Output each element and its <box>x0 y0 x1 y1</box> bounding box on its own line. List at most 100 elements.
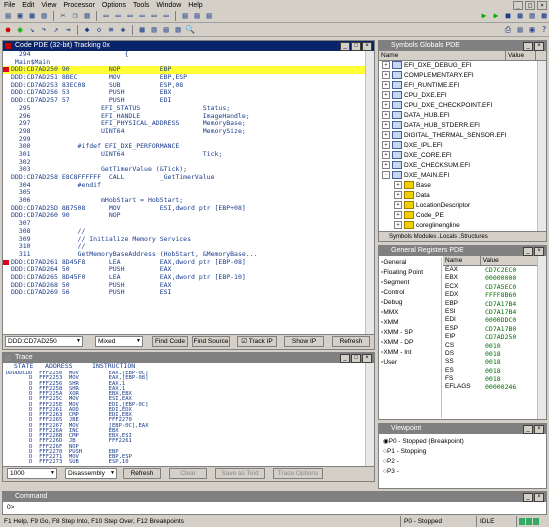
symbol-tree-item[interactable]: + CPU_DXE_CHECKPOINT.EFI <box>379 101 538 111</box>
command-window-titlebar[interactable]: Command _ × <box>3 492 546 502</box>
trace-mode-select[interactable]: Disassembly <box>65 468 117 479</box>
expand-icon[interactable]: + <box>394 201 402 210</box>
registers-window-titlebar[interactable]: General Registers PDE _ × <box>379 246 546 256</box>
register-rows[interactable]: EAX CD7C2EC0 EBX 00000000 ECX CD7A5EC0 EDX FFFF… <box>443 266 538 392</box>
symbol-tree-item[interactable]: + EFI_RUNTIME.EFI <box>379 81 538 91</box>
breakpoint-list-icon[interactable]: ≡ <box>106 25 116 35</box>
maximize-icon[interactable]: □ <box>351 42 361 51</box>
close-icon[interactable]: × <box>362 354 372 363</box>
io-icon[interactable]: ▥ <box>149 25 159 35</box>
register-value[interactable]: CD7A5EC0 <box>483 283 516 291</box>
register-value[interactable]: 0018 <box>483 375 501 383</box>
expand-icon[interactable]: + <box>382 131 390 140</box>
code-line[interactable]: 304 #endif <box>3 181 366 190</box>
symbol-tree-item[interactable]: + DATA_HUB_STDERR.EFI <box>379 121 538 131</box>
print-preview-icon[interactable]: ▤ <box>515 25 525 35</box>
close-icon[interactable]: × <box>534 425 544 434</box>
halt-icon[interactable]: ● <box>3 25 13 35</box>
menu-help[interactable]: Help <box>188 2 202 9</box>
tile-icon[interactable]: ▦ <box>515 11 525 21</box>
find-source-button[interactable]: Find Source <box>192 336 230 347</box>
symbol-tree-item[interactable]: - DXE_MAIN.EFI <box>379 171 538 181</box>
register-group-item[interactable]: ▫ MMX <box>381 308 441 318</box>
locals-icon[interactable]: ▤ <box>192 11 202 21</box>
copy-icon[interactable]: ❐ <box>70 11 80 21</box>
trace-options-button[interactable]: Trace Options <box>273 468 323 479</box>
breakpoint-clear-icon[interactable]: ◇ <box>94 25 104 35</box>
register-row[interactable]: ESP CD7A17B0 <box>443 325 538 333</box>
run-to-cursor-icon[interactable]: ⇥ <box>63 25 73 35</box>
register-group-item[interactable]: ▫ Debug <box>381 298 441 308</box>
arrange-icon[interactable]: ▩ <box>539 11 549 21</box>
window-code-icon[interactable]: ▭ <box>101 11 111 21</box>
show-ip-button[interactable]: Show IP <box>284 336 324 347</box>
save-as-text-button[interactable]: Save as Text <box>215 468 265 479</box>
symbol-tree-item[interactable]: + CPU_DXE.EFI <box>379 91 538 101</box>
register-value[interactable]: 0018 <box>483 367 501 375</box>
paste-icon[interactable]: ▧ <box>82 11 92 21</box>
search-icon[interactable]: 🔍 <box>185 25 195 35</box>
save-all-icon[interactable]: ▦ <box>27 11 37 21</box>
menu-view[interactable]: View <box>41 2 56 9</box>
close-icon[interactable]: × <box>537 1 547 10</box>
register-group-item[interactable]: ▫ Segment <box>381 278 441 288</box>
view-mode-select[interactable]: Mixed <box>95 336 143 347</box>
register-value[interactable]: CD7A17B4 <box>483 308 516 316</box>
code-line[interactable]: 298 UINT64 MemorySize; <box>3 127 366 136</box>
window-command-icon[interactable]: ▭ <box>161 11 171 21</box>
register-group-item[interactable]: ▫ XMM <box>381 318 441 328</box>
code-window-titlebar[interactable]: Code PDE (32-bit) Tracking 0x _ □ × <box>3 41 374 51</box>
find-code-button[interactable]: Find Code <box>152 336 188 347</box>
register-row[interactable]: EBX 00000000 <box>443 274 538 282</box>
register-row[interactable]: FS 0018 <box>443 375 538 383</box>
menu-file[interactable]: File <box>4 2 15 9</box>
register-row[interactable]: SS 0018 <box>443 358 538 366</box>
menu-edit[interactable]: Edit <box>22 2 34 9</box>
register-value[interactable]: 0000DDC0 <box>483 316 516 324</box>
pci-icon[interactable]: ▤ <box>161 25 171 35</box>
restore-icon[interactable]: □ <box>525 1 535 10</box>
expand-icon[interactable]: + <box>382 111 390 120</box>
register-value[interactable]: CD7C2EC0 <box>483 266 516 274</box>
symbol-tree-item[interactable]: + Code_PE <box>379 211 538 221</box>
trace-refresh-button[interactable]: Refresh <box>123 468 161 479</box>
hardware-breakpoint-icon[interactable]: ◈ <box>118 25 128 35</box>
symbol-tree-item[interactable]: + COMPLEMENTARY.EFI <box>379 71 538 81</box>
register-row[interactable]: CS 0010 <box>443 342 538 350</box>
cut-icon[interactable]: ✂ <box>58 11 68 21</box>
step-into-icon[interactable]: ↘ <box>27 25 37 35</box>
column-name[interactable]: Name <box>379 51 506 60</box>
save-icon[interactable]: ▣ <box>15 11 25 21</box>
run-icon[interactable]: ▶ <box>479 11 489 21</box>
command-input[interactable]: 0> <box>3 502 546 514</box>
register-row[interactable]: EDX FFFF8B60 <box>443 291 538 299</box>
symbols-window-titlebar[interactable]: Symbols Globals PDE _ × <box>379 41 546 51</box>
window-trace-icon[interactable]: ▭ <box>149 11 159 21</box>
minimize-icon[interactable]: _ <box>523 247 533 256</box>
register-value[interactable]: CD7A17B0 <box>483 325 516 333</box>
go-icon[interactable]: ◉ <box>15 25 25 35</box>
symbol-tree-item[interactable]: + coreglinengline <box>379 221 538 231</box>
watch-icon[interactable]: ▤ <box>204 11 214 21</box>
code-listing[interactable]: 294 { Main$Main DDD:CD7AD250 90 NOP EBP DD… <box>3 51 366 336</box>
trace-count-field[interactable]: 1000 <box>7 468 57 479</box>
symbol-tree-item[interactable]: + DXE_CORE.EFI <box>379 151 538 161</box>
expand-icon[interactable]: + <box>382 61 390 70</box>
address-field[interactable]: DDD:CD7AD250 <box>5 336 83 347</box>
memory-icon[interactable]: ▦ <box>137 25 147 35</box>
close-icon[interactable]: × <box>534 247 544 256</box>
expand-icon[interactable]: + <box>382 151 390 160</box>
trace-line[interactable]: D FFF2273 SUB ESP,10 <box>3 459 366 465</box>
symbol-tree-item[interactable]: + Base <box>379 181 538 191</box>
step-over-icon[interactable]: ↷ <box>39 25 49 35</box>
window-symbol-icon[interactable]: ▭ <box>137 11 147 21</box>
refresh-button[interactable]: Refresh <box>332 336 370 347</box>
register-value[interactable]: FFFF8B60 <box>483 291 516 299</box>
register-value[interactable]: 0018 <box>483 358 501 366</box>
menu-window[interactable]: Window <box>156 2 181 9</box>
symbol-tree-item[interactable]: + DXE_CHECKSUM.EFI <box>379 161 538 171</box>
register-group-item[interactable]: ▫ Floating Point <box>381 268 441 278</box>
window-register-icon[interactable]: ▭ <box>125 11 135 21</box>
symbol-tree-item[interactable]: + DIGITAL_THERMAL_SENSOR.EFI <box>379 131 538 141</box>
step-icon[interactable]: ▶ <box>491 11 501 21</box>
